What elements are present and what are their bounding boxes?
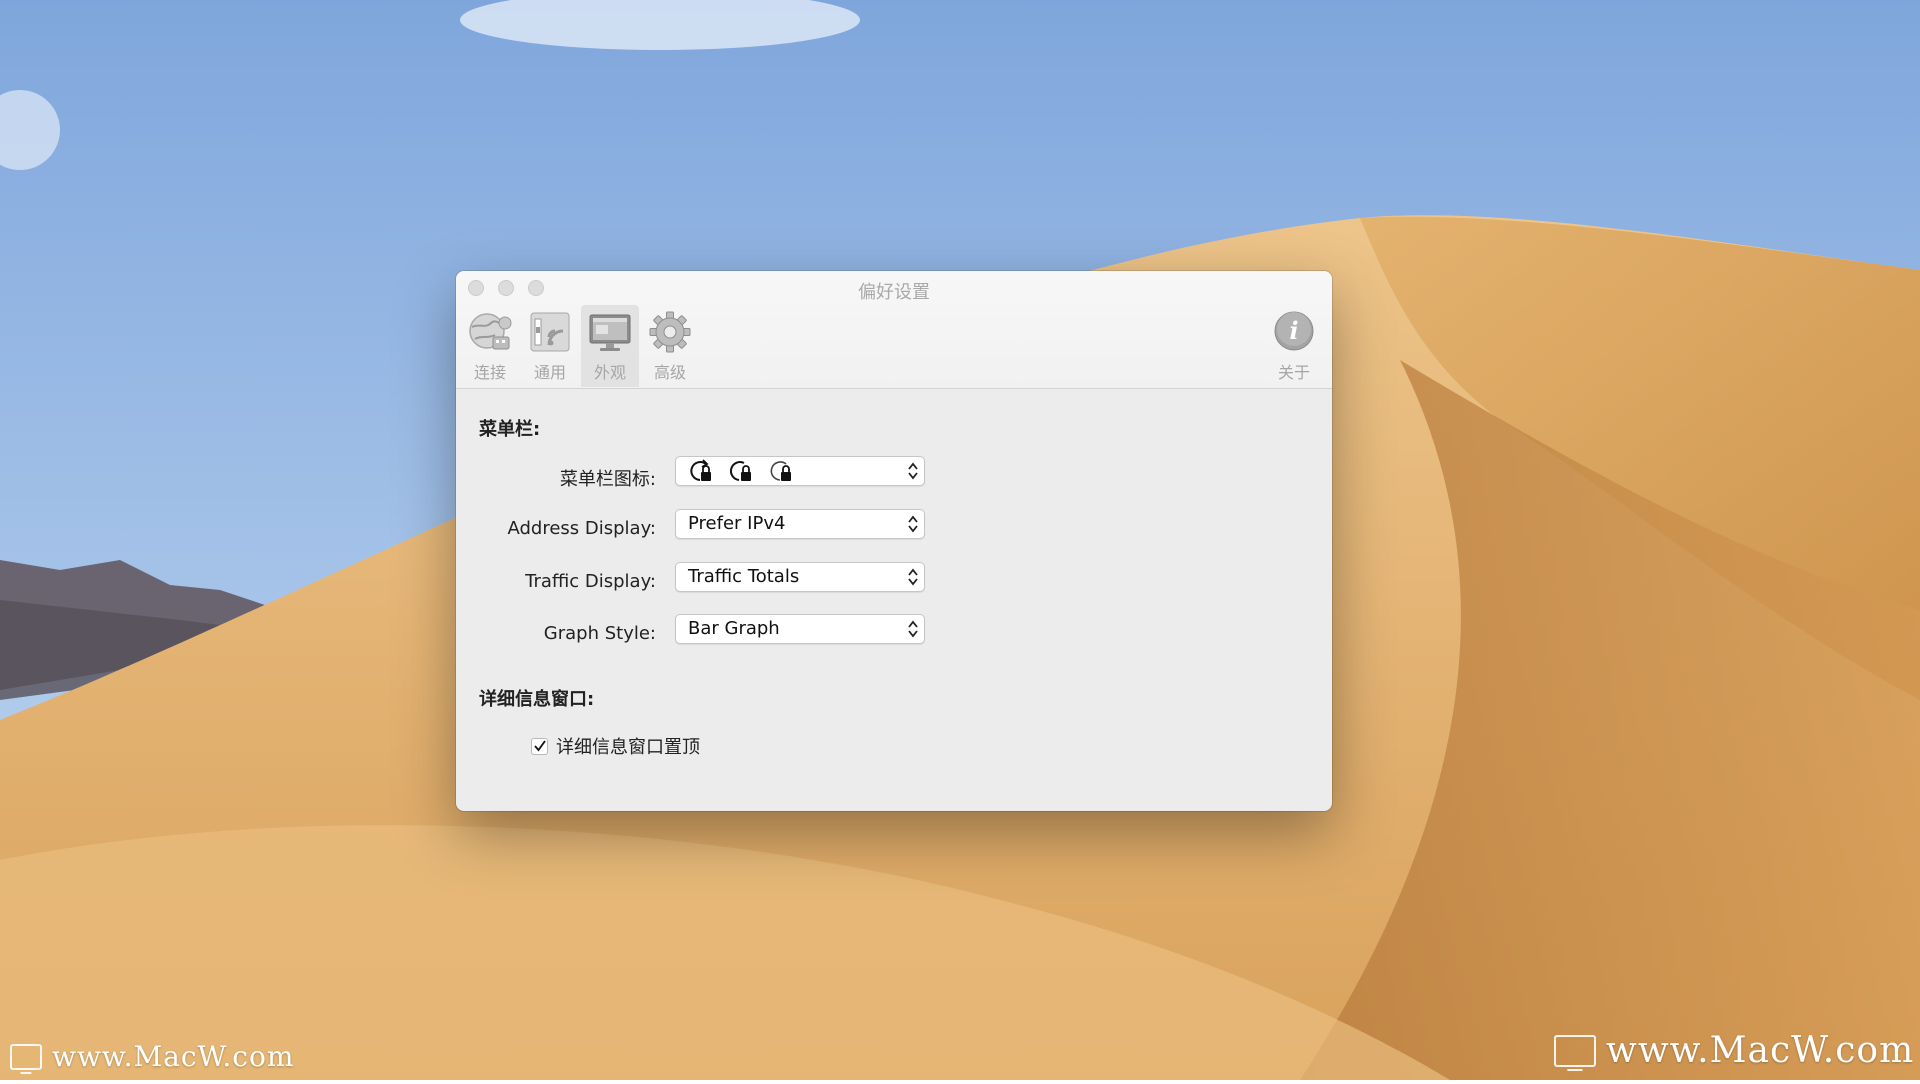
detail-window-section-heading: 详细信息窗口:	[479, 689, 595, 710]
svg-text:i: i	[1289, 316, 1298, 345]
lock-refresh-icon	[730, 461, 751, 481]
tab-advanced[interactable]: 高级	[641, 305, 699, 387]
menubar-section-heading: 菜单栏:	[479, 419, 541, 440]
globe-network-icon	[469, 313, 512, 350]
keep-detail-window-on-top-row[interactable]: 详细信息窗口置顶	[531, 733, 700, 759]
tab-general-label: 通用	[533, 363, 566, 382]
preferences-window: 偏好设置 连接 通用 外观 高级 i 关于 菜单栏: 菜单栏图标: Addres…	[456, 271, 1332, 811]
address-display-label: Address Display:	[507, 518, 656, 539]
display-monitor-icon	[589, 314, 631, 351]
menubar-icon-label: 菜单栏图标:	[559, 469, 656, 490]
graph-style-label: Graph Style:	[543, 623, 656, 644]
lock-refresh-icon	[770, 461, 791, 481]
lock-refresh-icon	[690, 459, 711, 481]
tab-appearance[interactable]: 外观	[581, 305, 639, 387]
chevron-up-down-icon	[908, 515, 918, 533]
info-icon: i	[1274, 311, 1314, 351]
chevron-up-down-icon	[908, 620, 918, 638]
chevron-up-down-icon	[908, 568, 918, 586]
tab-about[interactable]: i 关于	[1265, 305, 1323, 387]
window-title: 偏好设置	[858, 282, 930, 303]
monitor-logo-icon	[10, 1043, 42, 1070]
monitor-logo-icon	[1554, 1034, 1596, 1067]
watermark-right: www.MacW.com	[1554, 1030, 1914, 1071]
tab-advanced-label: 高级	[653, 363, 686, 382]
chevron-up-down-icon	[908, 462, 918, 480]
tab-appearance-label: 外观	[593, 363, 626, 382]
checkmark-icon	[534, 739, 546, 751]
traffic-display-select[interactable]: Traffic Totals	[675, 562, 925, 592]
general-settings-icon	[530, 312, 570, 352]
traffic-display-label: Traffic Display:	[525, 571, 656, 592]
titlebar-toolbar: 偏好设置 连接 通用 外观 高级 i 关于	[456, 271, 1332, 389]
watermark-left: www.MacW.com	[10, 1040, 294, 1073]
graph-style-select[interactable]: Bar Graph	[675, 614, 925, 644]
tab-general[interactable]: 通用	[521, 305, 579, 387]
graph-style-value: Bar Graph	[688, 618, 780, 639]
traffic-display-value: Traffic Totals	[688, 566, 800, 587]
tab-connect[interactable]: 连接	[461, 305, 519, 387]
keep-on-top-checkbox[interactable]	[531, 737, 548, 755]
menubar-icon-select[interactable]	[675, 456, 925, 486]
gear-icon	[649, 311, 691, 353]
tab-about-label: 关于	[1277, 363, 1310, 382]
keep-on-top-label: 详细信息窗口置顶	[556, 737, 700, 758]
watermark-text: www.MacW.com	[52, 1040, 295, 1073]
address-display-value: Prefer IPv4	[688, 513, 786, 534]
watermark-text: www.MacW.com	[1606, 1030, 1915, 1071]
address-display-select[interactable]: Prefer IPv4	[675, 509, 925, 539]
preferences-content: 菜单栏: 菜单栏图标: Address Display: Prefer IPv4…	[456, 389, 1332, 811]
tab-connect-label: 连接	[473, 363, 506, 382]
